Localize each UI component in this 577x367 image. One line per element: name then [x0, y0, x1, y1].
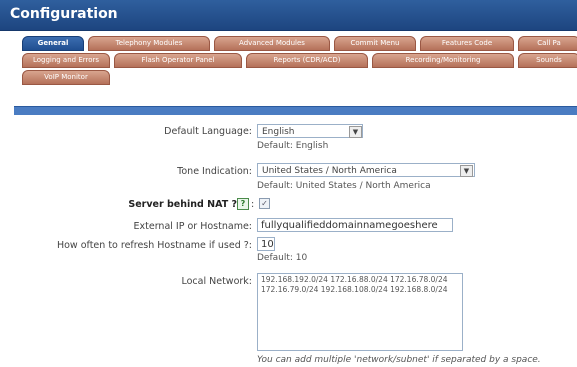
- refresh-hostname-label: How often to refresh Hostname if used ?:: [56, 240, 252, 251]
- page-title: Configuration: [10, 6, 118, 22]
- local-network-textarea[interactable]: 192.168.192.0/24 172.16.88.0/24 172.16.7…: [257, 273, 463, 351]
- server-behind-nat-separator: :: [251, 199, 255, 210]
- help-icon[interactable]: ?: [237, 198, 249, 210]
- chevron-down-icon: ▼: [460, 165, 473, 177]
- chevron-down-icon: ▼: [349, 126, 362, 138]
- tab-recording-monitoring[interactable]: Recording/Monitoring: [372, 53, 514, 68]
- server-behind-nat-label: Server behind NAT ?: [128, 199, 237, 210]
- checkbox-check-icon: ✓: [261, 199, 268, 208]
- default-language-default: Default: English: [257, 141, 329, 151]
- title-bar: Configuration: [0, 0, 577, 31]
- tone-indication-value: United States / North America: [262, 166, 397, 176]
- tab-telephony-modules[interactable]: Telephony Modules: [88, 36, 210, 51]
- tab-logging-and-errors[interactable]: Logging and Errors: [22, 53, 110, 68]
- refresh-hostname-default: Default: 10: [257, 253, 308, 263]
- tone-indication-select[interactable]: United States / North America ▼: [257, 163, 475, 177]
- tone-indication-default: Default: United States / North America: [257, 181, 431, 191]
- external-ip-label: External IP or Hostname:: [133, 221, 253, 232]
- tab-advanced-modules[interactable]: Advanced Modules: [214, 36, 330, 51]
- tab-bar: General Telephony Modules Advanced Modul…: [0, 31, 577, 105]
- tab-features-code[interactable]: Features Code: [420, 36, 514, 51]
- tab-voip-monitor[interactable]: VoIP Monitor: [22, 70, 110, 85]
- local-network-line-2: 172.16.79.0/24 192.168.108.0/24 192.168.…: [261, 285, 448, 294]
- tab-commit-menu[interactable]: Commit Menu: [334, 36, 416, 51]
- tone-indication-label: Tone Indication:: [177, 166, 252, 177]
- default-language-select[interactable]: English ▼: [257, 124, 363, 138]
- tab-general[interactable]: General: [22, 36, 84, 51]
- tab-reports[interactable]: Reports (CDR/ACD): [246, 53, 368, 68]
- default-language-label: Default Language:: [164, 126, 252, 137]
- local-network-label: Local Network:: [181, 276, 252, 287]
- tab-sounds[interactable]: Sounds: [518, 53, 577, 68]
- tab-flash-operator-panel[interactable]: Flash Operator Panel: [114, 53, 242, 68]
- local-network-line-1: 192.168.192.0/24 172.16.88.0/24 172.16.7…: [261, 275, 448, 284]
- tab-call-pa[interactable]: Call Pa: [518, 36, 577, 51]
- refresh-hostname-input[interactable]: 10: [257, 237, 275, 251]
- external-ip-input[interactable]: fullyqualifieddomainnamegoeshere: [257, 218, 453, 232]
- local-network-note: You can add multiple 'network/subnet' if…: [257, 355, 541, 365]
- server-behind-nat-checkbox[interactable]: ✓: [259, 198, 270, 209]
- default-language-value: English: [262, 127, 295, 137]
- section-header-bar: [14, 106, 577, 115]
